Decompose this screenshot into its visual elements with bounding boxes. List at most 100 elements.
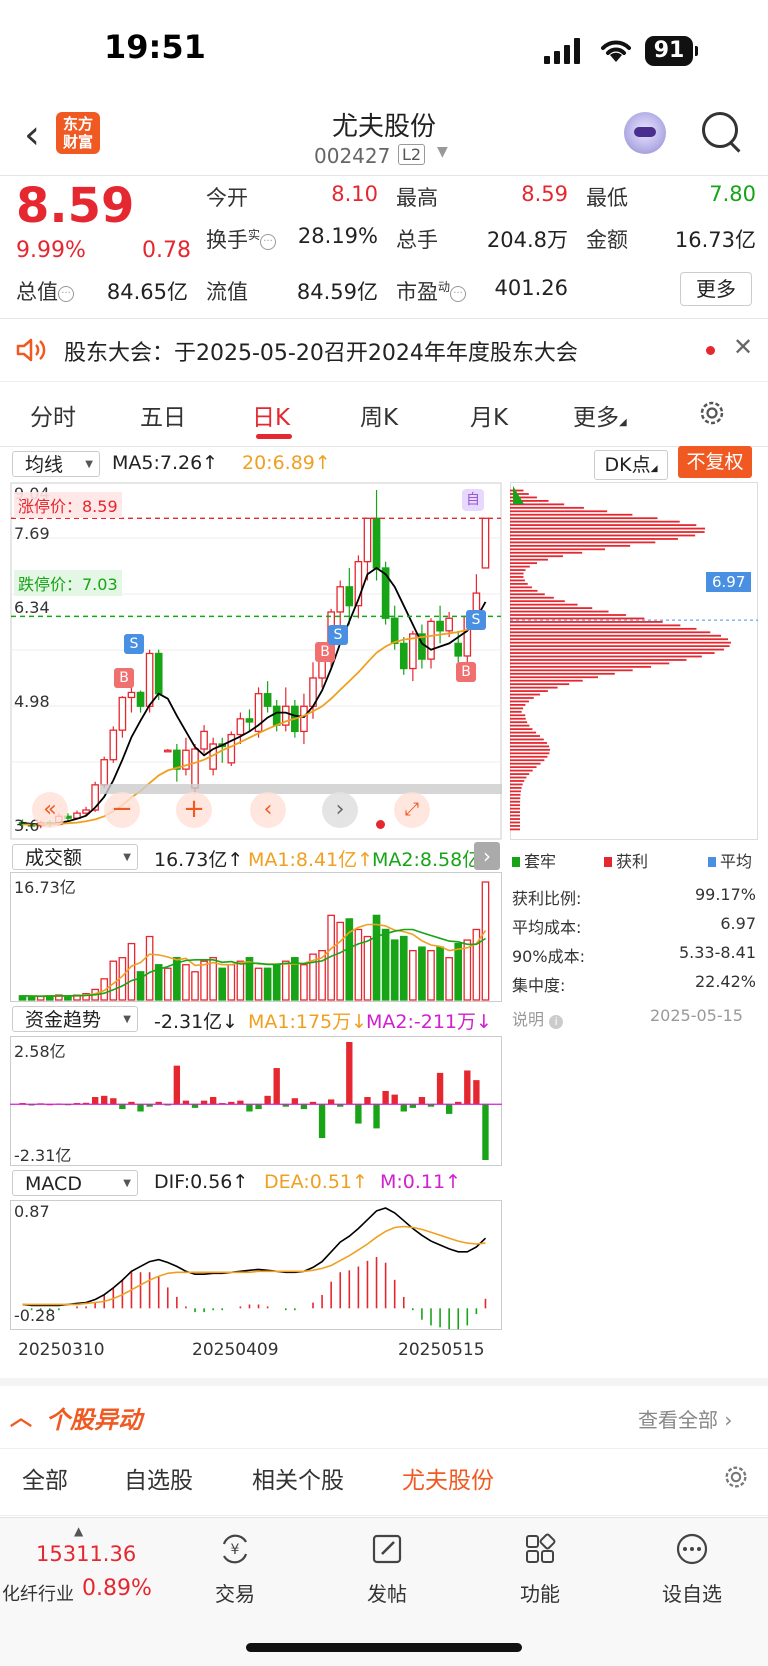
ma-select[interactable]: 均线 ▼ — [12, 451, 100, 477]
nav-trade[interactable]: 交易 — [195, 1578, 275, 1607]
expand-right-icon[interactable]: › — [474, 842, 500, 870]
nav-post[interactable]: 发帖 — [347, 1578, 427, 1607]
nav-functions[interactable]: 功能 — [500, 1578, 580, 1607]
x-axis-date: 20250310 — [18, 1340, 105, 1360]
more-button[interactable]: 更多 — [680, 272, 752, 306]
functions-icon[interactable] — [523, 1532, 557, 1566]
info-icon[interactable]: ··· — [260, 234, 277, 250]
chip-bar — [510, 825, 521, 827]
wifi-icon — [601, 40, 631, 62]
filter-tab-related[interactable]: 相关个股 — [252, 1461, 344, 1495]
volume-max-label: 16.73亿 — [14, 878, 76, 897]
level-badge[interactable]: L2 — [398, 144, 426, 165]
no-adjust-button[interactable]: 不复权 — [678, 446, 752, 478]
chevron-down-icon[interactable]: ▼ — [437, 144, 448, 160]
capital-bar — [400, 1104, 407, 1112]
chip-bar — [510, 811, 521, 813]
buy-marker[interactable]: B — [315, 642, 335, 662]
chip-bar — [510, 565, 530, 568]
volume-indicator-select[interactable]: 成交额 ▼ — [12, 844, 138, 870]
tab-daily-k[interactable]: 日K — [252, 398, 290, 432]
chip-bar — [510, 804, 521, 807]
movers-title: 个股异动 — [46, 1406, 142, 1434]
chevron-up-icon[interactable]: ︿ — [10, 1400, 32, 1432]
y-label-4: 4.98 — [14, 692, 50, 711]
chip-bar — [510, 603, 578, 606]
capital-bar — [119, 1104, 126, 1110]
tab-weekly-k[interactable]: 周K — [360, 398, 398, 432]
chip-bar — [510, 520, 680, 523]
buy-marker[interactable]: B — [456, 662, 476, 682]
rewind-icon[interactable]: « — [32, 792, 68, 828]
filter-tab-all[interactable]: 全部 — [22, 1461, 68, 1495]
volume-bar — [390, 939, 399, 1001]
sell-marker[interactable]: S — [328, 625, 348, 645]
macd-dif-value: DIF:0.56↑ — [154, 1171, 249, 1193]
buy-marker[interactable]: B — [114, 668, 134, 688]
fullscreen-icon[interactable]: ⤢ — [394, 792, 430, 828]
industry-index-value[interactable]: 15311.36 — [36, 1542, 136, 1566]
chip-bar — [510, 790, 521, 793]
stock-code: 002427 — [314, 144, 391, 168]
notice-banner[interactable]: 股东大会：于2025-05-20召开2024年年度股东大会 ✕ — [0, 319, 768, 382]
capital-indicator-select[interactable]: 资金趋势 ▼ — [12, 1006, 138, 1032]
macd-indicator-select[interactable]: MACD ▼ — [12, 1170, 138, 1196]
chip-bar — [510, 693, 540, 696]
chip-bar — [510, 634, 722, 637]
gear-icon[interactable] — [697, 398, 727, 428]
post-icon[interactable] — [370, 1532, 404, 1566]
zoom-in-icon[interactable]: + — [176, 792, 212, 828]
limit-up-label: 涨停价：8.59 — [14, 492, 122, 518]
volume-bar — [236, 960, 245, 1001]
legend-profit: 获利 — [604, 848, 648, 872]
info-icon[interactable]: ··· — [450, 286, 467, 302]
gear-icon[interactable] — [722, 1463, 750, 1491]
chip-bar — [510, 759, 545, 762]
self-marker[interactable]: 自 — [462, 489, 484, 511]
add-watchlist-icon[interactable] — [675, 1532, 709, 1566]
chip-bar — [510, 576, 524, 578]
volume-bar — [263, 967, 272, 1001]
zoom-out-icon[interactable]: − — [104, 792, 140, 828]
volume-bar — [454, 942, 463, 1001]
capital-bar — [255, 1104, 262, 1110]
volume-bar — [182, 964, 190, 1001]
chip-bar — [510, 704, 526, 706]
nav-add-watchlist[interactable]: 设自选 — [652, 1578, 732, 1607]
chip-bar — [510, 697, 534, 699]
chip-bar — [510, 683, 570, 686]
view-all-link[interactable]: 查看全部 › — [638, 1404, 732, 1433]
chip-avg-label: 6.97 — [706, 572, 752, 592]
info-icon[interactable]: ··· — [58, 286, 74, 302]
scroll-right-icon[interactable]: › — [322, 792, 358, 828]
filter-tab-current[interactable]: 尤夫股份 — [402, 1461, 494, 1495]
trade-icon[interactable]: ¥ — [218, 1532, 252, 1566]
tab-five-day[interactable]: 五日 — [140, 398, 186, 432]
tab-more[interactable]: 更多◢ — [573, 398, 627, 432]
search-icon[interactable] — [702, 112, 738, 148]
chip-note[interactable]: 说明 i — [512, 1006, 564, 1030]
capital-max-label: 2.58亿 — [14, 1042, 66, 1061]
status-bar: 19:51 91 — [0, 0, 768, 100]
float-mv-value: 84.59亿 — [296, 280, 378, 304]
tab-monthly-k[interactable]: 月K — [470, 398, 508, 432]
chip-bar — [510, 752, 550, 755]
scroll-left-icon[interactable]: ‹ — [250, 792, 286, 828]
chip-bar — [510, 544, 631, 547]
tab-intraday[interactable]: 分时 — [30, 398, 76, 432]
kline-chart[interactable] — [10, 482, 502, 840]
high-value: 8.59 — [521, 182, 568, 206]
chip-bar — [510, 721, 528, 724]
filter-tab-watchlist[interactable]: 自选股 — [124, 1461, 193, 1495]
stock-movers-header[interactable]: ︿ 个股异动 查看全部 › — [0, 1378, 768, 1449]
close-icon[interactable]: ✕ — [733, 333, 753, 361]
speaker-icon — [16, 338, 46, 362]
chip-bar — [510, 710, 522, 713]
dk-point-select[interactable]: DK点◢ — [594, 450, 668, 480]
sell-marker[interactable]: S — [124, 634, 144, 654]
sell-marker[interactable]: S — [466, 610, 486, 630]
assistant-avatar[interactable] — [624, 112, 666, 154]
chip-bar — [510, 517, 658, 520]
chip-bar — [510, 766, 537, 769]
chip-bar — [510, 745, 550, 748]
